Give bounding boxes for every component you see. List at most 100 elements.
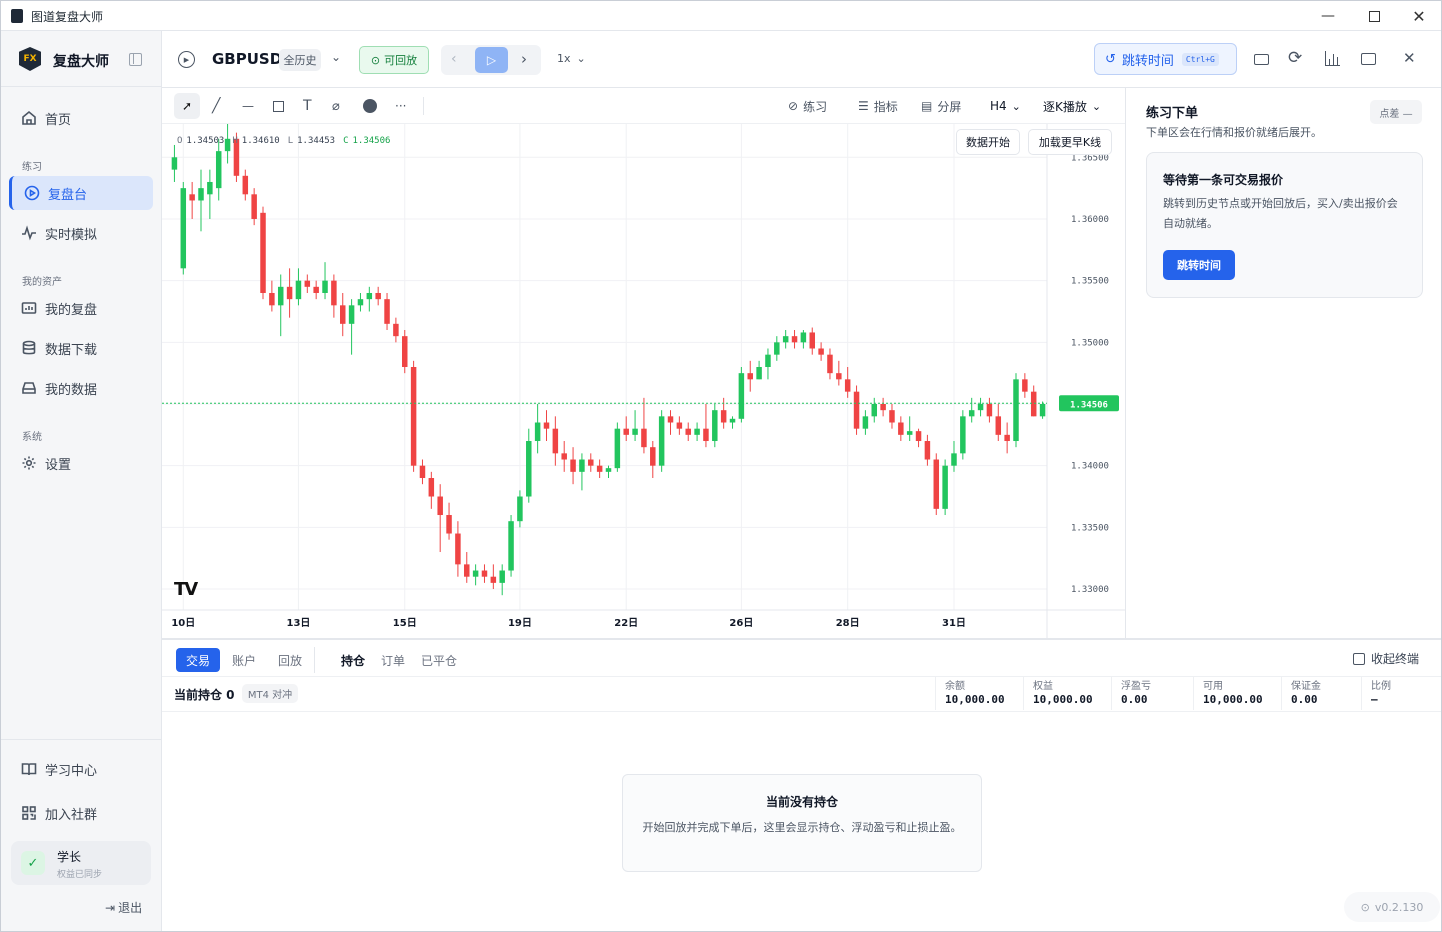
speed-select[interactable]: 1x ⌄ [557, 52, 586, 65]
nav-my-replays[interactable]: 我的复盘 [9, 291, 153, 325]
collapse-terminal-button[interactable]: 收起终端 [1353, 650, 1419, 667]
candle-body [322, 280, 328, 293]
nav-join-community[interactable]: 加入社群 [9, 796, 153, 830]
timeframe-value: H4 [990, 99, 1007, 113]
play-button[interactable]: ▷ [475, 47, 508, 73]
price-chart[interactable]: 1.365001.360001.355001.350001.345001.340… [162, 124, 1125, 638]
history-icon: ↺ [1105, 51, 1116, 67]
candle-body [304, 280, 311, 287]
mode-value: 逐K播放 [1043, 99, 1087, 114]
candle-body [472, 570, 479, 577]
mode-select[interactable]: 逐K播放 ⌄ [1043, 88, 1101, 124]
candle [632, 410, 638, 442]
paperclip-icon[interactable]: ⌀ [332, 88, 340, 124]
candle-body [880, 404, 886, 411]
nav-live-sim[interactable]: 实时模拟 [9, 216, 153, 250]
step-back-button[interactable]: ‹ [451, 51, 457, 67]
play-circle-icon[interactable]: ▶ [178, 51, 195, 68]
tab-replay[interactable]: 回放 [270, 648, 310, 672]
candle [844, 367, 851, 398]
candle [171, 144, 178, 182]
text-tool-icon[interactable]: T [303, 88, 312, 124]
user-card[interactable]: ✓ 学长 权益已同步 [11, 841, 151, 885]
bar-chart-icon[interactable] [1325, 51, 1340, 66]
play-circle-icon [24, 185, 40, 201]
symbol-name[interactable]: GBPUSD [212, 50, 282, 68]
y-tick-label: 1.33000 [1071, 585, 1109, 595]
chevron-down-icon[interactable]: ⌄ [331, 50, 341, 64]
candle [579, 453, 585, 491]
nav-home[interactable]: 首页 [9, 101, 153, 135]
minimize-button[interactable]: — [1305, 1, 1351, 31]
load-earlier-button[interactable]: 加载更早K线 [1028, 129, 1112, 155]
candle-body [171, 157, 178, 170]
nav-data-download[interactable]: 数据下载 [9, 331, 153, 365]
candle [419, 459, 426, 485]
maximize-button[interactable] [1351, 1, 1397, 31]
logout-button[interactable]: ⇥ 退出 [105, 899, 142, 916]
candle-body [862, 416, 869, 429]
more-icon[interactable]: ··· [395, 88, 406, 124]
spread-button[interactable]: 点差 — [1370, 100, 1422, 124]
candle [827, 348, 833, 380]
nav-my-data[interactable]: 我的数据 [9, 371, 153, 405]
candle [818, 342, 824, 361]
step-forward-button[interactable]: › [521, 50, 527, 68]
candle [596, 459, 603, 479]
candle [791, 329, 798, 349]
horizontal-line-icon[interactable]: — [242, 88, 254, 124]
nav-settings[interactable]: 设置 [9, 446, 153, 480]
tab-closed[interactable]: 已平仓 [413, 648, 465, 672]
collapse-sidebar-icon[interactable] [129, 53, 142, 66]
candle [915, 428, 922, 448]
candle-body [844, 379, 851, 392]
rectangle-icon[interactable] [273, 101, 284, 112]
app-window: 图道复盘大师 — ✕ FX 复盘大师 首页 练习 复盘台 实时模拟 我的资产 我… [0, 0, 1442, 932]
candle [251, 188, 257, 226]
candle-body [499, 570, 505, 583]
candle-body [800, 332, 807, 343]
tab-orders[interactable]: 订单 [373, 648, 413, 672]
close-label: C [343, 136, 349, 146]
folder-open-icon[interactable] [1361, 53, 1376, 65]
candle-body [1030, 391, 1037, 417]
user-name: 学长 [57, 850, 82, 864]
version-text: v0.2.130 [1374, 900, 1424, 914]
close-window-button[interactable]: ✕ [1396, 1, 1441, 31]
cursor-tool[interactable]: ➚ [174, 93, 200, 119]
tab-trade[interactable]: 交易 [176, 648, 221, 672]
candle-body [720, 410, 727, 423]
candle [242, 169, 249, 201]
nav-learn-center[interactable]: 学习中心 [9, 752, 153, 786]
data-start-button[interactable]: 数据开始 [956, 129, 1020, 155]
candlestick-chart[interactable]: 1.365001.360001.355001.350001.345001.340… [162, 124, 1125, 638]
keyboard-icon[interactable] [1254, 54, 1269, 65]
refresh-icon[interactable]: ⟳ [1288, 48, 1302, 68]
high-value: 1.34610 [241, 136, 280, 146]
jump-time-card-button[interactable]: 跳转时间 [1163, 250, 1235, 280]
candle [906, 416, 913, 442]
split-screen-button[interactable]: ▤ 分屏 [921, 88, 961, 124]
playback-controls: ‹ ▷ › [441, 45, 541, 75]
stat-equity: 权益 10,000.00 [1023, 677, 1111, 710]
range-chip[interactable]: 全历史 [279, 49, 321, 71]
timeframe-select[interactable]: H4 ⌄ [990, 88, 1021, 124]
indicators-button[interactable]: ☰ 指标 [858, 88, 898, 124]
user-status: 权益已同步 [57, 870, 103, 880]
tab-positions[interactable]: 持仓 [333, 648, 373, 672]
practice-toggle[interactable]: ⊘ 练习 [788, 88, 827, 124]
close-icon[interactable]: ✕ [1403, 49, 1416, 67]
candle [605, 465, 612, 479]
jump-time-button[interactable]: ↺ 跳转时间 Ctrl+G [1094, 43, 1237, 75]
jump-time-label: 跳转时间 [1121, 53, 1174, 69]
candle-body [579, 459, 585, 472]
x-tick-label: 22日 [614, 617, 638, 629]
stat-floating-pl-label: 浮盈亏 [1121, 681, 1151, 692]
stat-floating-pl-value: 0.00 [1121, 693, 1148, 706]
trendline-icon[interactable]: ╱ [212, 88, 220, 124]
color-dot-icon[interactable] [363, 99, 377, 113]
candle [924, 434, 931, 466]
tab-account[interactable]: 账户 [224, 648, 264, 672]
candle-body [623, 428, 629, 435]
nav-replay[interactable]: 复盘台 [9, 176, 153, 210]
